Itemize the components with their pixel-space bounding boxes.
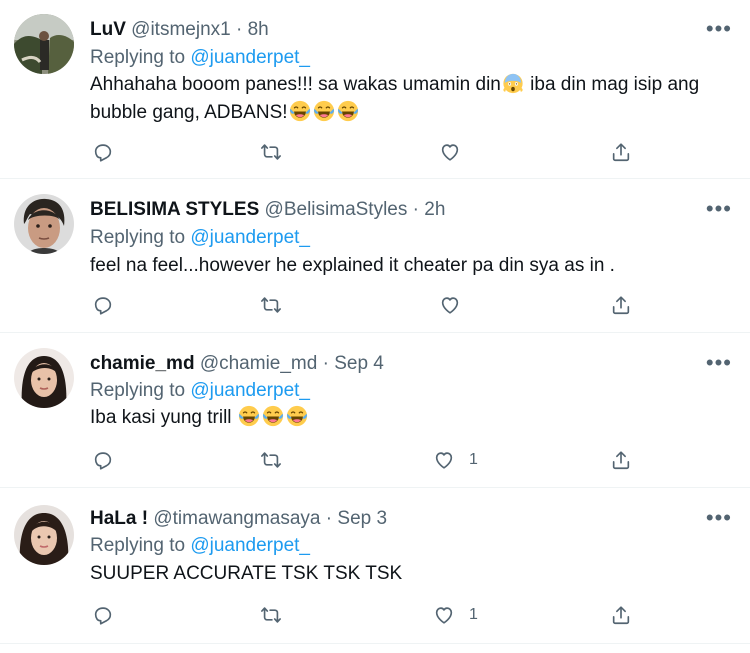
avatar[interactable] bbox=[14, 348, 74, 408]
like-count: 1 bbox=[469, 451, 478, 468]
like-button[interactable]: 1 bbox=[433, 600, 478, 630]
retweet-icon bbox=[260, 604, 282, 626]
joy-emoji bbox=[313, 100, 335, 122]
mention-link[interactable]: @juanderpet_ bbox=[190, 227, 310, 248]
user-handle[interactable]: @timawangmasaya bbox=[153, 508, 320, 529]
like-button[interactable]: 1 bbox=[433, 445, 478, 475]
joy-emoji bbox=[337, 100, 359, 122]
share-icon bbox=[610, 449, 632, 471]
action-bar: 1 bbox=[90, 445, 650, 475]
tweet-item[interactable]: HaLa ! @timawangmasaya · Sep 3 ••• Reply… bbox=[0, 487, 750, 644]
tweet-item[interactable]: chamie_md @chamie_md · Sep 4 ••• Replyin… bbox=[0, 332, 750, 488]
reply-button[interactable] bbox=[92, 137, 114, 167]
retweet-icon bbox=[260, 294, 282, 316]
display-name[interactable]: BELISIMA STYLES bbox=[90, 199, 259, 220]
display-name[interactable]: HaLa ! bbox=[90, 508, 148, 529]
heart-icon bbox=[433, 604, 455, 626]
tweet-text: Iba kasi yung trill bbox=[90, 404, 730, 432]
reply-button[interactable] bbox=[92, 445, 114, 475]
replying-to: Replying to @juanderpet_ bbox=[90, 534, 310, 558]
replying-prefix: Replying to bbox=[90, 227, 186, 248]
heart-icon bbox=[439, 294, 461, 316]
action-bar bbox=[90, 137, 650, 167]
reply-icon bbox=[92, 449, 114, 471]
display-name[interactable]: chamie_md bbox=[90, 353, 195, 374]
avatar[interactable] bbox=[14, 14, 74, 74]
more-icon[interactable]: ••• bbox=[706, 507, 732, 529]
share-icon bbox=[610, 604, 632, 626]
separator: · bbox=[236, 19, 243, 40]
like-count: 1 bbox=[469, 606, 478, 623]
tweet-text-part: Iba kasi yung trill bbox=[90, 407, 237, 428]
share-button[interactable] bbox=[610, 137, 632, 167]
replying-to: Replying to @juanderpet_ bbox=[90, 226, 310, 250]
replying-to: Replying to @juanderpet_ bbox=[90, 379, 310, 403]
user-handle[interactable]: @itsmejnx1 bbox=[131, 19, 231, 40]
user-handle[interactable]: @BelisimaStyles bbox=[265, 199, 408, 220]
replying-prefix: Replying to bbox=[90, 535, 186, 556]
retweet-button[interactable] bbox=[260, 137, 282, 167]
action-bar: 1 bbox=[90, 600, 650, 630]
timestamp[interactable]: Sep 4 bbox=[334, 353, 384, 374]
mention-link[interactable]: @juanderpet_ bbox=[190, 380, 310, 401]
share-button[interactable] bbox=[610, 445, 632, 475]
reply-icon bbox=[92, 141, 114, 163]
like-button[interactable] bbox=[439, 290, 475, 320]
share-button[interactable] bbox=[610, 290, 632, 320]
more-icon[interactable]: ••• bbox=[706, 18, 732, 40]
share-icon bbox=[610, 294, 632, 316]
like-button[interactable] bbox=[439, 137, 475, 167]
heart-icon bbox=[439, 141, 461, 163]
joy-emoji bbox=[238, 405, 260, 427]
joy-emoji bbox=[262, 405, 284, 427]
avatar[interactable] bbox=[14, 505, 74, 565]
tweet-text: feel na feel...however he explained it c… bbox=[90, 255, 615, 276]
display-name[interactable]: LuV bbox=[90, 19, 126, 40]
timestamp[interactable]: Sep 3 bbox=[337, 508, 387, 529]
tweet-item[interactable]: LuV @itsmejnx1 · 8h ••• Replying to @jua… bbox=[0, 0, 750, 179]
separator: · bbox=[412, 199, 419, 220]
reply-icon bbox=[92, 294, 114, 316]
reply-button[interactable] bbox=[92, 600, 114, 630]
joy-emoji bbox=[286, 405, 308, 427]
retweet-icon bbox=[260, 141, 282, 163]
more-icon[interactable]: ••• bbox=[706, 198, 732, 220]
share-icon bbox=[610, 141, 632, 163]
mention-link[interactable]: @juanderpet_ bbox=[190, 47, 310, 68]
mention-link[interactable]: @juanderpet_ bbox=[190, 535, 310, 556]
tweet-header: BELISIMA STYLES @BelisimaStyles · 2h bbox=[90, 198, 445, 222]
replying-to: Replying to @juanderpet_ bbox=[90, 46, 310, 70]
separator: · bbox=[322, 353, 329, 374]
more-icon[interactable]: ••• bbox=[706, 352, 732, 374]
separator: · bbox=[325, 508, 333, 529]
reply-icon bbox=[92, 604, 114, 626]
reply-button[interactable] bbox=[92, 290, 114, 320]
timestamp[interactable]: 2h bbox=[424, 199, 445, 220]
user-handle[interactable]: @chamie_md bbox=[200, 353, 318, 374]
tweet-item[interactable]: BELISIMA STYLES @BelisimaStyles · 2h •••… bbox=[0, 178, 750, 333]
tweet-header: chamie_md @chamie_md · Sep 4 bbox=[90, 352, 384, 376]
tweet-text: SUUPER ACCURATE TSK TSK TSK bbox=[90, 563, 403, 584]
scream-emoji bbox=[502, 72, 524, 94]
retweet-icon bbox=[260, 449, 282, 471]
heart-icon bbox=[433, 449, 455, 471]
share-button[interactable] bbox=[610, 600, 632, 630]
tweet-header: LuV @itsmejnx1 · 8h bbox=[90, 18, 269, 42]
tweet-header: HaLa ! @timawangmasaya · Sep 3 bbox=[90, 507, 387, 531]
retweet-button[interactable] bbox=[260, 600, 282, 630]
timestamp[interactable]: 8h bbox=[248, 19, 269, 40]
avatar[interactable] bbox=[14, 194, 74, 254]
tweet-text: Ahhahaha booom panes!!! sa wakas umamin … bbox=[90, 71, 730, 127]
retweet-button[interactable] bbox=[260, 445, 282, 475]
replying-prefix: Replying to bbox=[90, 47, 186, 68]
retweet-button[interactable] bbox=[260, 290, 282, 320]
tweet-text-part: Ahhahaha booom panes!!! sa wakas umamin … bbox=[90, 74, 501, 95]
joy-emoji bbox=[289, 100, 311, 122]
action-bar bbox=[90, 290, 650, 320]
replying-prefix: Replying to bbox=[90, 380, 186, 401]
